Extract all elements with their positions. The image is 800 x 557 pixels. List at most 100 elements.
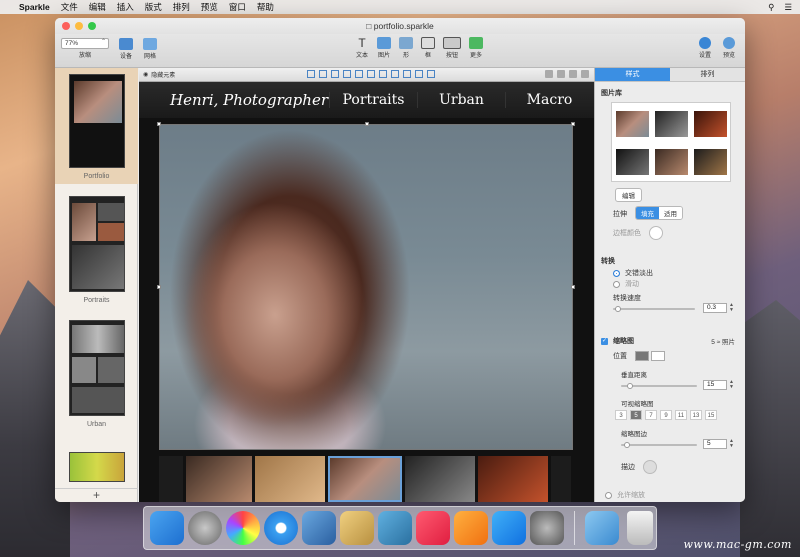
- safari-icon[interactable]: [264, 511, 298, 545]
- tab-arrange[interactable]: 排列: [670, 68, 745, 82]
- page-item-portraits[interactable]: Portraits: [55, 196, 138, 314]
- edit-gallery-button[interactable]: 编辑: [615, 188, 642, 202]
- filmstrip-thumb[interactable]: [551, 456, 571, 502]
- visible-option[interactable]: 11: [675, 410, 687, 420]
- text-tool-button[interactable]: T 文本: [355, 37, 369, 59]
- visible-option[interactable]: 3: [615, 410, 627, 420]
- gallery-thumb[interactable]: [694, 111, 727, 137]
- align-right-icon[interactable]: [331, 70, 339, 78]
- align-top-icon[interactable]: [343, 70, 351, 78]
- more-tool-button[interactable]: 更多: [469, 37, 483, 59]
- distribute-h-icon[interactable]: [379, 70, 387, 78]
- photos-icon[interactable]: [226, 511, 260, 545]
- add-page-button[interactable]: +: [55, 488, 138, 502]
- gallery-main-image[interactable]: [157, 122, 575, 450]
- gallery-thumb[interactable]: [616, 111, 649, 137]
- thumb-margin-stepper[interactable]: ▲ ▼: [729, 439, 734, 449]
- align-middle-icon[interactable]: [355, 70, 363, 78]
- trash-icon[interactable]: [627, 511, 653, 545]
- preview-app-icon[interactable]: [302, 511, 336, 545]
- menu-item-insert[interactable]: 插入: [117, 1, 134, 13]
- visible-option[interactable]: 9: [660, 410, 672, 420]
- page-item-portfolio[interactable]: Portfolio: [55, 68, 138, 184]
- resize-handle[interactable]: [157, 122, 161, 126]
- resize-handle[interactable]: [157, 285, 161, 289]
- finder-icon[interactable]: [150, 511, 184, 545]
- filmstrip-thumb[interactable]: [255, 456, 325, 502]
- radio-fade[interactable]: [613, 269, 620, 277]
- stretch-fill-option[interactable]: 填充: [635, 207, 659, 219]
- slider-knob[interactable]: [624, 442, 630, 448]
- tab-style[interactable]: 样式: [595, 68, 670, 82]
- same-height-icon[interactable]: [415, 70, 423, 78]
- transition-speed-slider[interactable]: [613, 306, 695, 312]
- gallery-thumb[interactable]: [616, 149, 649, 175]
- resize-handle[interactable]: [571, 285, 575, 289]
- visible-option[interactable]: 13: [690, 410, 702, 420]
- menu-app-name[interactable]: Sparkle: [19, 2, 50, 12]
- gallery-thumb[interactable]: [655, 111, 688, 137]
- spacing-stepper[interactable]: ▲ ▼: [729, 380, 734, 390]
- slider-knob[interactable]: [615, 306, 621, 312]
- position-side-icon[interactable]: [650, 351, 665, 362]
- eye-icon[interactable]: ◉: [143, 71, 148, 78]
- thumb-margin-input[interactable]: 5: [703, 439, 727, 449]
- transition-speed-input[interactable]: 0.3: [703, 303, 727, 313]
- zoom-select[interactable]: 77%: [61, 38, 109, 49]
- position-bottom-icon[interactable]: [634, 351, 649, 362]
- zoom-control[interactable]: 77% 放缩: [61, 38, 109, 59]
- menu-item-help[interactable]: 帮助: [257, 1, 274, 13]
- system-preferences-icon[interactable]: [530, 511, 564, 545]
- thumb-border-color-well[interactable]: [642, 460, 657, 474]
- slider-knob[interactable]: [627, 383, 633, 389]
- site-brand[interactable]: Henri, Photographer: [139, 91, 329, 109]
- image-capture-icon[interactable]: [378, 511, 412, 545]
- menu-item-layout[interactable]: 版式: [145, 1, 162, 13]
- menu-item-preview[interactable]: 预览: [201, 1, 218, 13]
- filmstrip-thumb-selected[interactable]: [328, 456, 402, 502]
- menu-item-arrange[interactable]: 排列: [173, 1, 190, 13]
- allow-zoom-checkbox[interactable]: [605, 491, 612, 499]
- device-button[interactable]: 设备: [119, 38, 133, 60]
- gallery-thumb[interactable]: [694, 149, 727, 175]
- filmstrip-thumb[interactable]: [186, 456, 252, 502]
- visible-option[interactable]: 15: [705, 410, 717, 420]
- send-backward-icon[interactable]: [557, 70, 565, 78]
- menu-item-window[interactable]: 窗口: [229, 1, 246, 13]
- site-nav-portraits[interactable]: Portraits: [329, 92, 417, 108]
- border-color-well[interactable]: [648, 226, 663, 240]
- spacing-input[interactable]: 15: [703, 380, 727, 390]
- site-nav-urban[interactable]: Urban: [417, 92, 505, 108]
- button-tool-button[interactable]: 按钮: [443, 37, 461, 59]
- page-item-urban[interactable]: Urban: [55, 320, 138, 446]
- launchpad-icon[interactable]: [188, 511, 222, 545]
- menu-item-file[interactable]: 文件: [61, 1, 78, 13]
- menu-list-icon[interactable]: ☰: [784, 2, 792, 13]
- page-item-macro[interactable]: [55, 452, 138, 486]
- filmstrip-thumb[interactable]: [405, 456, 475, 502]
- filmstrip-thumb[interactable]: [159, 456, 183, 502]
- image-tool-button[interactable]: 图片: [377, 37, 391, 59]
- books-icon[interactable]: [454, 511, 488, 545]
- preview-button[interactable]: 预览: [722, 37, 735, 59]
- bring-forward-icon[interactable]: [545, 70, 553, 78]
- align-left-icon[interactable]: [307, 70, 315, 78]
- hide-elements-label[interactable]: 隐藏元素: [151, 70, 175, 79]
- stretch-fit-option[interactable]: 适用: [658, 207, 682, 219]
- same-size-icon[interactable]: [427, 70, 435, 78]
- group-icon[interactable]: [569, 70, 577, 78]
- visible-option-selected[interactable]: 5: [630, 410, 642, 420]
- downloads-folder-icon[interactable]: [585, 511, 619, 545]
- grid-button[interactable]: 网格: [143, 38, 157, 60]
- settings-button[interactable]: 设置: [698, 37, 711, 59]
- filmstrip-thumb[interactable]: [478, 456, 548, 502]
- align-bottom-icon[interactable]: [367, 70, 375, 78]
- site-nav-macro[interactable]: Macro: [505, 92, 593, 108]
- radio-slide[interactable]: [613, 280, 620, 288]
- menu-item-edit[interactable]: 编辑: [89, 1, 106, 13]
- music-icon[interactable]: [416, 511, 450, 545]
- search-icon[interactable]: ⚲: [768, 2, 774, 13]
- transition-option-fade[interactable]: 交错淡出: [613, 268, 739, 278]
- app-store-icon[interactable]: [492, 511, 526, 545]
- visible-option[interactable]: 7: [645, 410, 657, 420]
